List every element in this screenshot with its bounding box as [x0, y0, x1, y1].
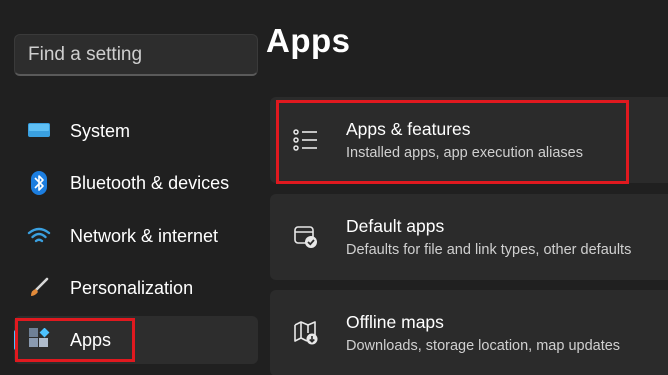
search-input[interactable]: Find a setting	[14, 34, 258, 76]
sidebar-item-bluetooth[interactable]: Bluetooth & devices	[14, 159, 258, 207]
sidebar-item-label: Bluetooth & devices	[70, 172, 230, 193]
default-apps-icon	[292, 223, 320, 251]
settings-window: Find a setting System Bluetooth & device…	[0, 0, 668, 375]
card-subtitle: Downloads, storage location, map updates	[346, 338, 621, 354]
sidebar-item-system[interactable]: System	[14, 107, 258, 155]
card-subtitle: Installed apps, app execution aliases	[346, 145, 583, 161]
card-title: Default apps	[346, 216, 445, 236]
card-apps-features[interactable]: Apps & features Installed apps, app exec…	[270, 97, 668, 183]
sidebar-item-personalization[interactable]: Personalization	[14, 264, 258, 312]
brush-icon	[26, 275, 52, 301]
search-placeholder: Find a setting	[28, 43, 143, 65]
card-title: Apps & features	[346, 119, 471, 139]
sidebar-item-network[interactable]: Network & internet	[14, 212, 258, 260]
card-subtitle: Defaults for file and link types, other …	[346, 242, 632, 258]
card-offline-maps[interactable]: Offline maps Downloads, storage location…	[270, 290, 668, 375]
page-title: Apps	[266, 22, 351, 59]
bluetooth-icon	[26, 170, 52, 196]
sidebar-item-apps[interactable]: Apps	[14, 316, 258, 364]
apps-icon	[26, 327, 52, 353]
sidebar-item-label: Apps	[70, 329, 112, 350]
sidebar-item-label: Network & internet	[70, 225, 219, 246]
card-title: Offline maps	[346, 312, 444, 332]
sidebar-item-label: Personalization	[70, 277, 194, 298]
wifi-icon	[26, 223, 52, 249]
list-icon	[292, 126, 320, 154]
monitor-icon	[26, 118, 52, 144]
card-default-apps[interactable]: Default apps Defaults for file and link …	[270, 194, 668, 280]
sidebar-item-label: System	[70, 120, 131, 141]
map-icon	[292, 319, 320, 347]
